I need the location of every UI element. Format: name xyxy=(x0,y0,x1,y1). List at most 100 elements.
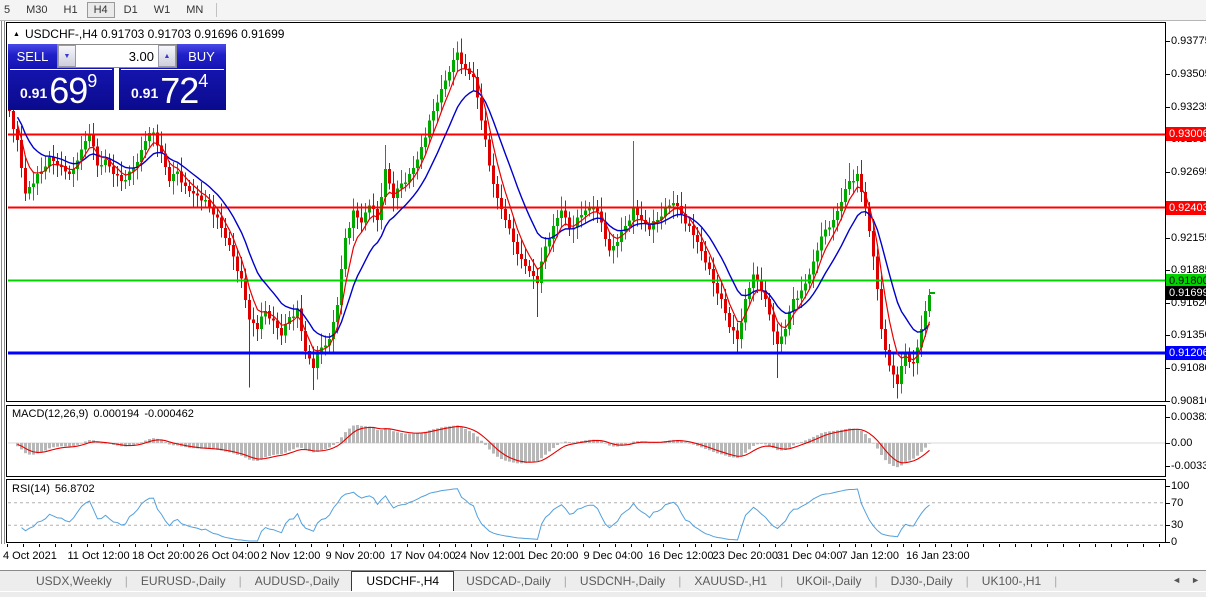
sell-price-prefix: 0.91 xyxy=(20,85,47,101)
volume-widget: ▼ 3.00 ▲ xyxy=(57,44,177,68)
timeframe-button-d1[interactable]: D1 xyxy=(117,2,145,18)
price-level-badge: 0.91699 xyxy=(1166,286,1206,300)
date-label: 26 Oct 04:00 xyxy=(197,550,260,562)
date-label: 7 Jan 12:00 xyxy=(842,550,900,562)
date-label: 16 Jan 23:00 xyxy=(906,550,970,562)
sell-button-label: SELL xyxy=(8,49,57,64)
window-bottom-strip xyxy=(0,591,1206,597)
chart-tab-uk100-h1[interactable]: UK100-,H1 xyxy=(970,571,1053,591)
price-tick-mark xyxy=(1166,401,1170,402)
timeframe-button-m30[interactable]: M30 xyxy=(19,2,54,18)
macd-value: 0.000194 xyxy=(93,408,139,420)
tab-scroll-left-icon[interactable]: ◄ xyxy=(1172,575,1181,585)
tab-scroll-right-icon[interactable]: ► xyxy=(1191,575,1200,585)
ohlc-toggle-icon[interactable]: ▲ xyxy=(13,31,20,38)
sell-price-big: 69 xyxy=(49,74,87,108)
macd-name: MACD(12,26,9) xyxy=(12,408,88,420)
volume-decrease-button[interactable]: ▼ xyxy=(58,45,76,67)
mt4-window: 5M30H1H4D1W1MN ▲ USDCHF-,H4 0.91703 0.91… xyxy=(0,0,1206,597)
time-axis[interactable]: 4 Oct 202111 Oct 12:0018 Oct 20:0026 Oct… xyxy=(0,544,1206,569)
price-tick-mark xyxy=(1166,41,1170,42)
timeframe-button-w1[interactable]: W1 xyxy=(147,2,178,18)
buy-price-big: 72 xyxy=(160,74,198,108)
macd-tick-mark xyxy=(1166,417,1170,418)
price-tick-mark xyxy=(1166,74,1170,75)
price-tick-mark xyxy=(1166,172,1170,173)
rsi-name: RSI(14) xyxy=(12,483,50,495)
tab-divider: | xyxy=(1053,571,1058,591)
chart-tab-audusd-daily[interactable]: AUDUSD-,Daily xyxy=(243,571,352,591)
window-left-edge-inner xyxy=(4,21,5,569)
price-tick-label: 0.92695 xyxy=(1171,166,1206,178)
price-level-badge: 0.92403 xyxy=(1166,201,1206,215)
rsi-chart[interactable] xyxy=(7,480,1165,542)
chart-title: ▲ USDCHF-,H4 0.91703 0.91703 0.91696 0.9… xyxy=(13,27,284,41)
rsi-indicator-label: RSI(14) 56.8702 xyxy=(12,483,100,495)
timeframe-button-mn[interactable]: MN xyxy=(179,2,210,18)
price-tick-mark xyxy=(1166,303,1170,304)
volume-increase-button[interactable]: ▲ xyxy=(158,45,176,67)
macd-tick-mark xyxy=(1166,466,1170,467)
date-label: 18 Oct 20:00 xyxy=(132,550,195,562)
buy-price-pip: 4 xyxy=(198,71,208,92)
rsi-tick-mark xyxy=(1166,525,1170,526)
price-tick-mark xyxy=(1166,368,1170,369)
rsi-tick-label: 0 xyxy=(1171,536,1177,548)
rsi-tick-mark xyxy=(1166,542,1170,543)
buy-price-prefix: 0.91 xyxy=(131,85,158,101)
macd-signal-value: -0.000462 xyxy=(144,408,194,420)
chart-tab-xauusd-h1[interactable]: XAUUSD-,H1 xyxy=(682,571,779,591)
one-click-trading-panel: SELL 0.91 69 9 BUY 0.91 72 4 ▼ 3.00 ▲ xyxy=(8,44,226,110)
macd-tick-label: 0.00382 xyxy=(1171,411,1206,423)
buy-button-label: BUY xyxy=(177,49,226,64)
chart-tab-bar: USDX,Weekly|EURUSD-,Daily|AUDUSD-,DailyU… xyxy=(0,570,1206,591)
timeframe-button-5[interactable]: 5 xyxy=(0,2,17,18)
timeframe-button-h4[interactable]: H4 xyxy=(87,2,115,18)
chart-tab-dj30-daily[interactable]: DJ30-,Daily xyxy=(879,571,965,591)
rsi-tick-label: 70 xyxy=(1171,497,1183,509)
sell-price-pip: 9 xyxy=(87,71,97,92)
date-label: 23 Dec 20:00 xyxy=(713,550,778,562)
date-label: 24 Nov 12:00 xyxy=(455,550,520,562)
date-label: 9 Dec 04:00 xyxy=(584,550,643,562)
symbol-ohlc-text: USDCHF-,H4 0.91703 0.91703 0.91696 0.916… xyxy=(25,27,285,41)
rsi-tick-mark xyxy=(1166,503,1170,504)
chart-tab-usdcad-daily[interactable]: USDCAD-,Daily xyxy=(454,571,563,591)
date-label: 9 Nov 20:00 xyxy=(326,550,385,562)
price-tick-label: 0.91350 xyxy=(1171,329,1206,341)
price-tick-label: 0.93505 xyxy=(1171,68,1206,80)
price-tick-label: 0.92155 xyxy=(1171,232,1206,244)
timeframe-button-h1[interactable]: H1 xyxy=(57,2,85,18)
price-tick-mark xyxy=(1166,238,1170,239)
chart-tab-usdx-weekly[interactable]: USDX,Weekly xyxy=(24,571,124,591)
window-left-edge xyxy=(1,21,2,569)
toolbar-separator xyxy=(216,3,217,17)
macd-indicator-label: MACD(12,26,9) 0.000194 -0.000462 xyxy=(12,408,199,420)
price-tick-mark xyxy=(1166,270,1170,271)
volume-input[interactable]: 3.00 xyxy=(76,45,158,67)
date-label: 31 Dec 04:00 xyxy=(777,550,842,562)
price-tick-label: 0.91080 xyxy=(1171,362,1206,374)
price-level-badge: 0.93006 xyxy=(1166,127,1206,141)
rsi-value: 56.8702 xyxy=(55,483,95,495)
macd-tick-label: -0.0033 xyxy=(1171,460,1206,472)
chart-tab-ukoil-daily[interactable]: UKOil-,Daily xyxy=(784,571,873,591)
rsi-tick-label: 100 xyxy=(1171,480,1189,492)
price-tick-label: 0.93775 xyxy=(1171,35,1206,47)
sell-price: 0.91 69 9 xyxy=(8,70,114,110)
price-tick-label: 0.90810 xyxy=(1171,395,1206,407)
buy-price: 0.91 72 4 xyxy=(119,70,226,110)
date-label: 1 Dec 20:00 xyxy=(519,550,578,562)
tab-scroll-arrows: ◄ ► xyxy=(1172,575,1200,585)
rsi-tick-mark xyxy=(1166,486,1170,487)
date-label: 4 Oct 2021 xyxy=(3,550,57,562)
date-label: 16 Dec 12:00 xyxy=(648,550,713,562)
price-tick-mark xyxy=(1166,107,1170,108)
price-tick-label: 0.93235 xyxy=(1171,101,1206,113)
chart-tab-eurusd-daily[interactable]: EURUSD-,Daily xyxy=(129,571,238,591)
price-level-badge: 0.91206 xyxy=(1166,346,1206,360)
rsi-tick-label: 30 xyxy=(1171,519,1183,531)
price-tick-mark xyxy=(1166,335,1170,336)
chart-tab-usdcnh-daily[interactable]: USDCNH-,Daily xyxy=(568,571,677,591)
chart-tab-usdchf-h4[interactable]: USDCHF-,H4 xyxy=(351,571,454,591)
